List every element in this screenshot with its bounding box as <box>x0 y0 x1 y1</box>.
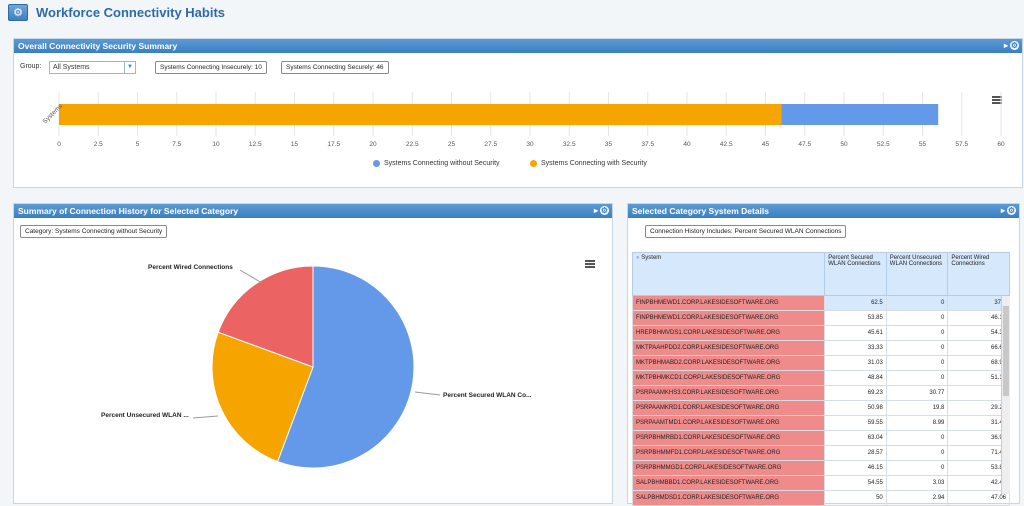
collapse-icon[interactable]: ▸ <box>1001 206 1005 216</box>
system-cell: FINPBHMEWD1.CORP.LAKESIDESOFTWARE.ORG <box>631 295 826 311</box>
value-cell: 0 <box>885 370 949 386</box>
value-cell: 59.55 <box>824 415 887 431</box>
pie-label-unsecured: Percent Unsecured WLAN ... <box>101 412 189 419</box>
table-row[interactable]: FINPBHMEWD1.CORP.LAKESIDESOFTWARE.ORG 53.… <box>631 310 1010 326</box>
value-cell: 0 <box>885 445 949 461</box>
value-cell: 30.77 <box>885 385 949 401</box>
column-header-secured[interactable]: Percent Secured WLAN Connections <box>824 252 887 296</box>
system-details-table: ● System Percent Secured WLAN Connection… <box>631 252 1010 506</box>
value-cell: 69.23 <box>824 385 887 401</box>
value-cell: 45.61 <box>824 325 887 341</box>
table-row[interactable]: PSRPAAMKRD1.CORP.LAKESIDESOFTWARE.ORG 50.… <box>631 400 1010 416</box>
value-cell: 33.33 <box>824 340 887 356</box>
system-cell: PSRPAAMTMD1.CORP.LAKESIDESOFTWARE.ORG <box>631 415 826 431</box>
system-cell: PSRPAAMKHS3.CORP.LAKESIDESOFTWARE.ORG <box>631 385 826 401</box>
value-cell: 19.8 <box>885 400 949 416</box>
value-cell: 50.98 <box>824 400 887 416</box>
system-cell: PSRPBHMRBD1.CORP.LAKESIDESOFTWARE.ORG <box>631 430 826 446</box>
table-body: FINPBHMEWD1.CORP.LAKESIDESOFTWARE.ORG 62.… <box>631 295 1010 506</box>
value-cell: 0 <box>885 310 949 326</box>
table-scrollbar[interactable] <box>1001 296 1010 494</box>
table-row[interactable]: MKTPAAHPDD2.CORP.LAKESIDESOFTWARE.ORG 33.… <box>631 340 1010 356</box>
details-panel-header: Selected Category System Details ▸ ⚙ <box>628 204 1019 218</box>
scroll-thumb[interactable] <box>1003 306 1009 396</box>
value-cell: 0 <box>885 340 949 356</box>
value-cell: 54.55 <box>824 475 887 491</box>
value-cell: 46.15 <box>824 460 887 476</box>
value-cell: 0 <box>885 325 949 341</box>
value-cell: 63.04 <box>824 430 887 446</box>
table-row[interactable]: PSRPBHMRBD1.CORP.LAKESIDESOFTWARE.ORG 63.… <box>631 430 1010 446</box>
table-row[interactable]: PSRPAAMKHS3.CORP.LAKESIDESOFTWARE.ORG 69.… <box>631 385 1010 401</box>
panel-settings-icon[interactable]: ⚙ <box>1007 206 1016 215</box>
table-row[interactable]: SALPBHMBBD1.CORP.LAKESIDESOFTWARE.ORG 54.… <box>631 475 1010 491</box>
system-cell: FINPBHMEWD1.CORP.LAKESIDESOFTWARE.ORG <box>631 310 826 326</box>
pie-connector <box>414 391 441 396</box>
value-cell: 0 <box>885 295 949 311</box>
value-cell: 31.03 <box>824 355 887 371</box>
column-header-wired[interactable]: Percent Wired Connections <box>947 252 1010 296</box>
value-cell: 48.84 <box>824 370 887 386</box>
value-cell: 50 <box>824 490 887 506</box>
system-cell: MKTPBHMABD2.CORP.LAKESIDESOFTWARE.ORG <box>631 355 826 371</box>
system-cell: SALPBHMDSD1.CORP.LAKESIDESOFTWARE.ORG <box>631 490 826 506</box>
table-row[interactable]: SALPBHMDSD1.CORP.LAKESIDESOFTWARE.ORG 50 2… <box>631 490 1010 506</box>
table-row[interactable]: PSRPBHMMFD1.CORP.LAKESIDESOFTWARE.ORG 28.… <box>631 445 1010 461</box>
table-row[interactable]: FINPBHMEWD1.CORP.LAKESIDESOFTWARE.ORG 62.… <box>631 295 1010 311</box>
history-includes-tag[interactable]: Connection History Includes: Percent Sec… <box>645 225 847 238</box>
system-cell: PSRPBHMMGD1.CORP.LAKESIDESOFTWARE.ORG <box>631 460 826 476</box>
system-cell: PSRPBHMMFD1.CORP.LAKESIDESOFTWARE.ORG <box>631 445 826 461</box>
value-cell: 3.03 <box>885 475 949 491</box>
pie-label-wired: Percent Wired Connections <box>148 264 233 271</box>
value-cell: 2.94 <box>885 490 949 506</box>
details-panel-title: Selected Category System Details <box>632 206 770 216</box>
table-row[interactable]: MKTPBHMKCD1.CORP.LAKESIDESOFTWARE.ORG 48.… <box>631 370 1010 386</box>
system-cell: SALPBHMBBD1.CORP.LAKESIDESOFTWARE.ORG <box>631 475 826 491</box>
table-row[interactable]: MKTPBHMABD2.CORP.LAKESIDESOFTWARE.ORG 31.… <box>631 355 1010 371</box>
value-cell: 28.57 <box>824 445 887 461</box>
system-cell: MKTPAAHPDD2.CORP.LAKESIDESOFTWARE.ORG <box>631 340 826 356</box>
table-row[interactable]: PSRPBHMMGD1.CORP.LAKESIDESOFTWARE.ORG 46.… <box>631 460 1010 476</box>
table-row[interactable]: PSRPAAMTMD1.CORP.LAKESIDESOFTWARE.ORG 59.… <box>631 415 1010 431</box>
value-cell: 0 <box>885 430 949 446</box>
value-cell: 0 <box>885 355 949 371</box>
value-cell: 62.5 <box>824 295 887 311</box>
pie-connector <box>192 415 219 419</box>
column-header-system[interactable]: ● System <box>631 252 826 296</box>
value-cell: 0 <box>885 460 949 476</box>
column-header-unsecured[interactable]: Percent Unsecured WLAN Connections <box>885 252 949 296</box>
value-cell: 53.85 <box>824 310 887 326</box>
system-cell: PSRPAAMKRD1.CORP.LAKESIDESOFTWARE.ORG <box>631 400 826 416</box>
pie-connector <box>239 269 263 284</box>
table-header-row: ● System Percent Secured WLAN Connection… <box>631 252 1010 296</box>
system-cell: MKTPBHMKCD1.CORP.LAKESIDESOFTWARE.ORG <box>631 370 826 386</box>
table-row[interactable]: HREPBHMVDS1.CORP.LAKESIDESOFTWARE.ORG 45.… <box>631 325 1010 341</box>
value-cell: 8.99 <box>885 415 949 431</box>
pie-label-secured: Percent Secured WLAN Co... <box>443 392 532 399</box>
system-cell: HREPBHMVDS1.CORP.LAKESIDESOFTWARE.ORG <box>631 325 826 341</box>
